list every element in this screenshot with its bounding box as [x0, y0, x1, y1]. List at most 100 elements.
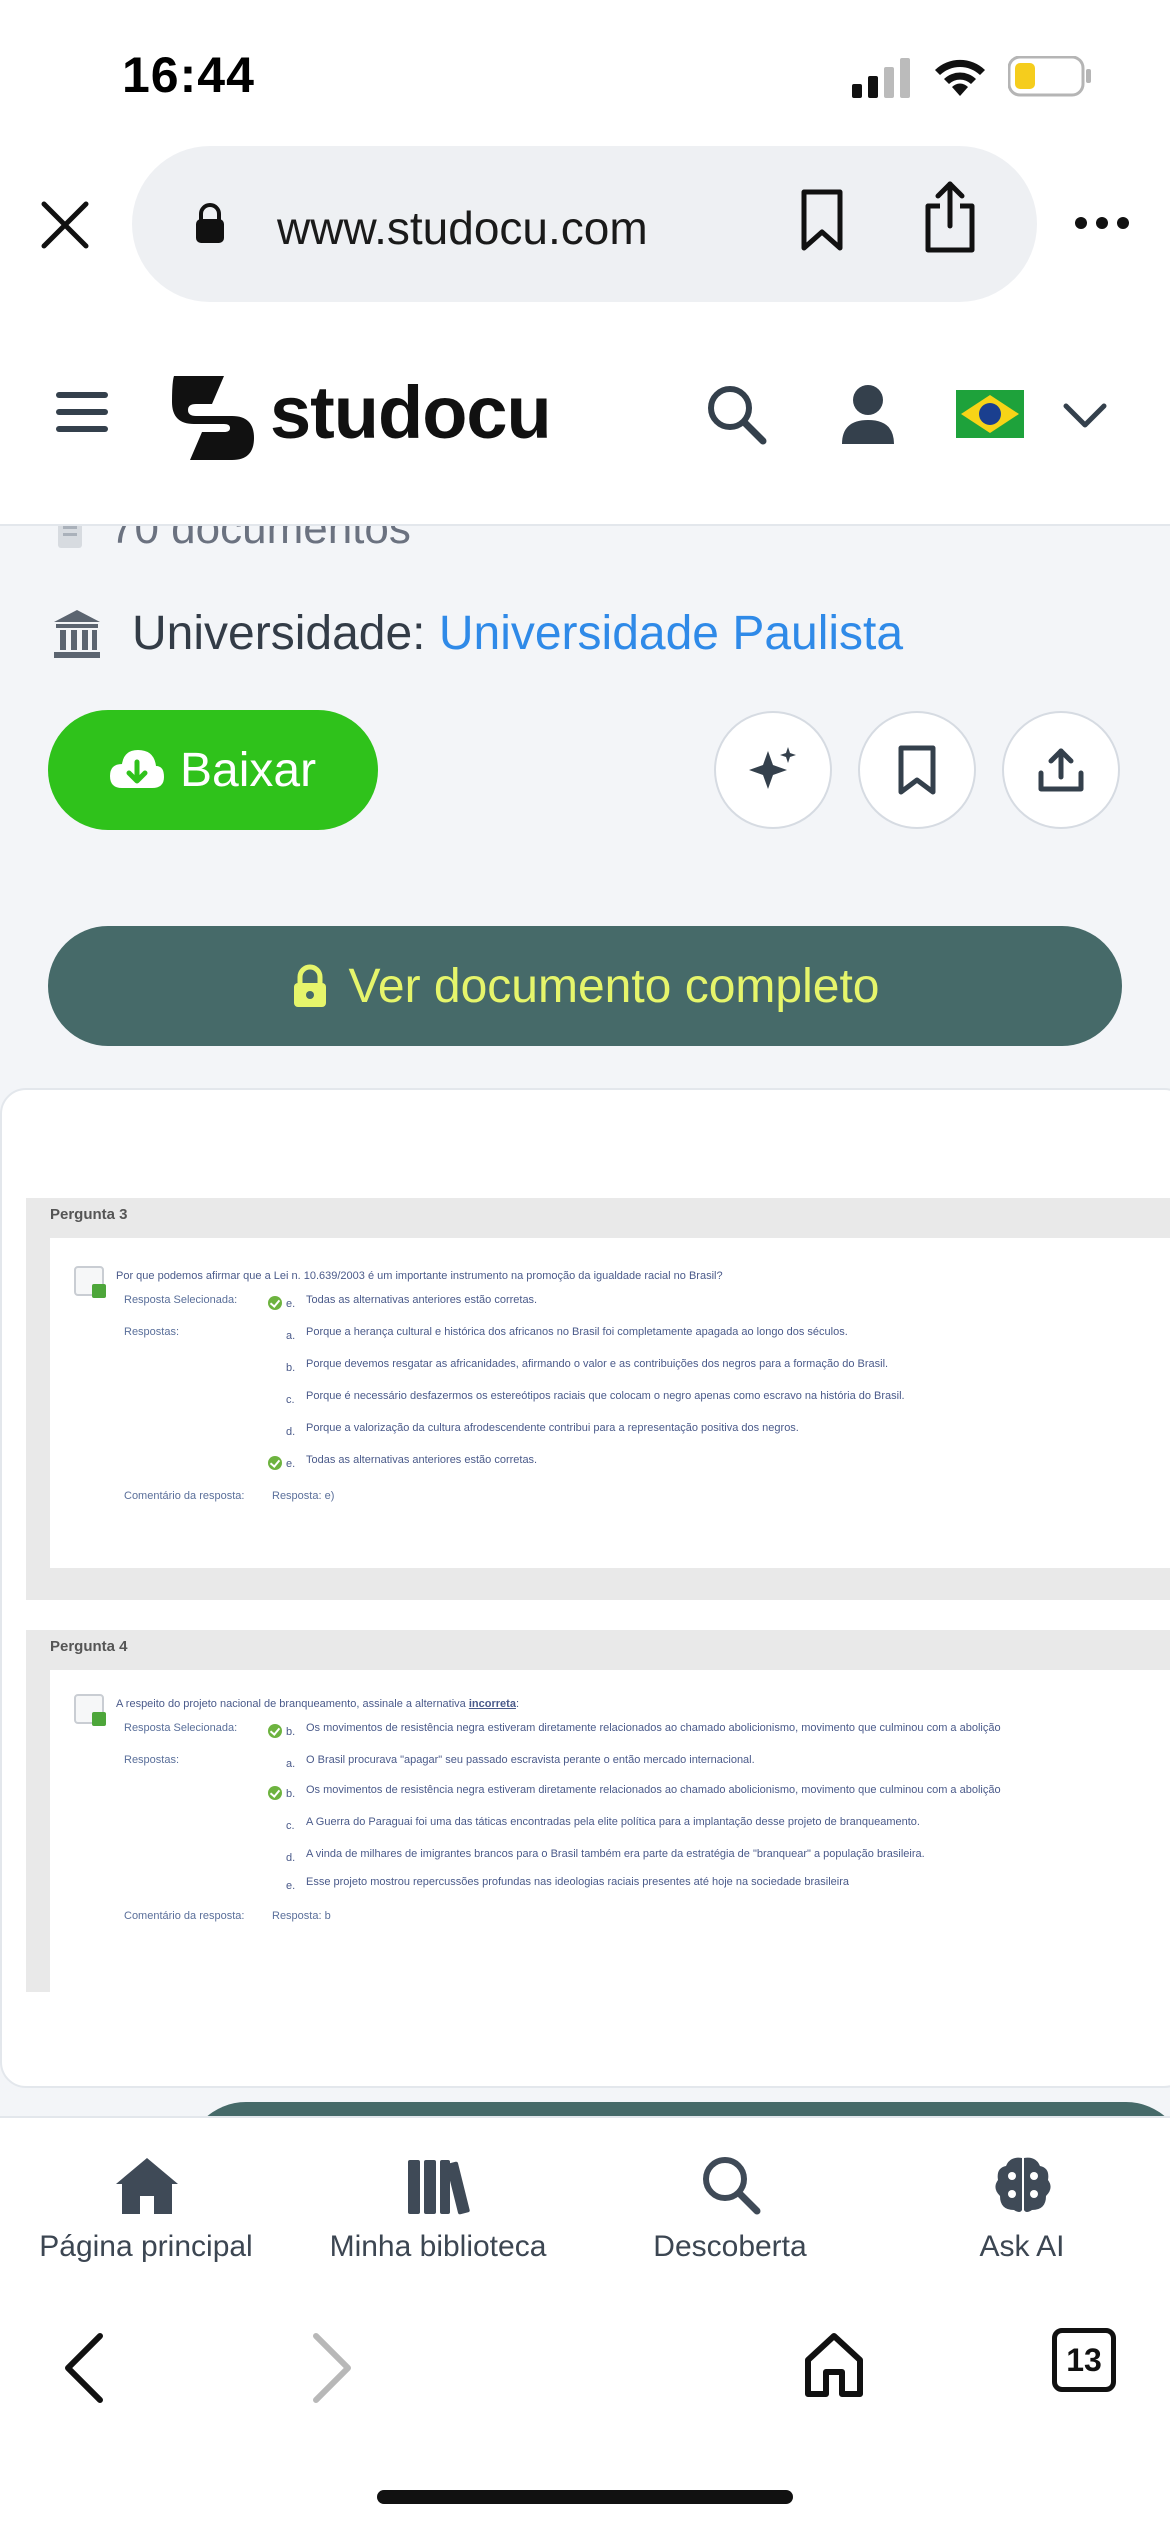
question-title: Pergunta 3 [50, 1206, 128, 1223]
question-status-icon [74, 1694, 106, 1726]
selected-answer-letter: e. [286, 1298, 296, 1310]
answer-letter: a. [286, 1330, 296, 1342]
bookmark-icon [898, 745, 936, 795]
more-options-icon[interactable] [1074, 216, 1130, 230]
answer-letter: b. [286, 1788, 296, 1800]
home-indicator [377, 2490, 793, 2504]
answer-letter: c. [286, 1820, 295, 1832]
nav-label: Minha biblioteca [329, 2230, 547, 2263]
status-time: 16:44 [122, 47, 255, 103]
sparkle-icon [749, 747, 796, 789]
view-full-document-button[interactable]: Ver documento completo [48, 926, 1122, 1046]
question-text: A respeito do projeto nacional de branqu… [116, 1698, 519, 1710]
studocu-logo-text[interactable]: studocu [270, 370, 552, 455]
answer-letter: e. [286, 1458, 296, 1470]
answer-letter: b. [286, 1362, 296, 1374]
answer-letter: e. [286, 1880, 296, 1892]
answer-text: Esse projeto mostrou repercussões profun… [306, 1876, 849, 1888]
answer-text: Todas as alternativas anteriores estão c… [306, 1454, 538, 1466]
nav-discover[interactable]: Descoberta [584, 2118, 876, 2294]
correct-check-icon [268, 1456, 282, 1470]
close-icon[interactable] [40, 200, 90, 250]
home-icon[interactable] [802, 2332, 866, 2398]
document-page: 70 documentos Universidade: Universidade… [0, 526, 1170, 2116]
site-header: studocu [0, 320, 1170, 526]
share-button[interactable] [1002, 711, 1120, 829]
answer-letter: c. [286, 1394, 295, 1406]
question-block: Pergunta 4 A respeito do projeto naciona… [26, 1630, 1170, 1992]
wifi-icon [935, 59, 985, 96]
brazil-flag-icon[interactable] [956, 390, 1024, 438]
comment-text: Resposta: e) [272, 1490, 335, 1502]
university-link[interactable]: Universidade Paulista [439, 607, 903, 660]
url-field[interactable]: www.studocu.com [132, 146, 1037, 302]
answer-text: O Brasil procurava "apagar" seu passado … [306, 1754, 755, 1766]
university-info: Universidade: Universidade Paulista [132, 606, 903, 661]
selected-answer-letter: b. [286, 1726, 296, 1738]
lock-icon [196, 203, 224, 243]
nav-library[interactable]: Minha biblioteca [292, 2118, 584, 2294]
answer-letter: d. [286, 1426, 296, 1438]
studocu-logo-icon[interactable] [166, 370, 260, 464]
document-icon [58, 526, 82, 548]
university-label: Universidade: [132, 607, 426, 660]
download-label: Baixar [180, 743, 317, 797]
question-text: Por que podemos afirmar que a Lei n. 10.… [116, 1270, 723, 1282]
chevron-down-icon[interactable] [1062, 402, 1108, 430]
answers-label: Respostas: [124, 1754, 180, 1766]
selected-answer-text: Os movimentos de resistência negra estiv… [306, 1722, 1001, 1734]
lock-icon [293, 964, 326, 1007]
tabs-count-button[interactable]: 13 [1052, 2328, 1116, 2392]
download-button[interactable]: Baixar [48, 710, 378, 830]
view-full-label: Ver documento completo [348, 959, 880, 1013]
nav-ask-ai[interactable]: Ask AI [876, 2118, 1168, 2294]
selected-answer-text: Todas as alternativas anteriores estão c… [306, 1294, 538, 1306]
back-arrow-icon[interactable] [62, 2332, 106, 2404]
status-bar: 16:44 [0, 0, 1170, 140]
nav-home[interactable]: Página principal [0, 2118, 292, 2294]
question-status-icon [74, 1266, 106, 1298]
document-preview: Pergunta 3 Por que podemos afirmar que a… [0, 1088, 1170, 2088]
ai-sparkle-button[interactable] [714, 711, 832, 829]
answer-text: Os movimentos de resistência negra estiv… [306, 1784, 1001, 1796]
comment-label: Comentário da resposta: [124, 1910, 245, 1922]
battery-icon [1008, 56, 1091, 97]
answer-letter: a. [286, 1758, 296, 1770]
browser-address-bar: www.studocu.com [0, 140, 1170, 320]
nav-label: Descoberta [653, 2230, 807, 2263]
selected-answer-label: Resposta Selecionada: [124, 1722, 238, 1734]
save-bookmark-button[interactable] [858, 711, 976, 829]
university-icon [54, 610, 100, 658]
answer-text: Porque a herança cultural e histórica do… [306, 1326, 848, 1338]
question-body: Por que podemos afirmar que a Lei n. 10.… [50, 1238, 1170, 1568]
selected-answer-label: Resposta Selecionada: [124, 1294, 238, 1306]
search-icon [703, 2157, 761, 2215]
question-block: Pergunta 3 Por que podemos afirmar que a… [26, 1198, 1170, 1600]
correct-check-icon [268, 1724, 282, 1738]
documents-count: 70 documentos [110, 526, 411, 553]
nav-label: Página principal [39, 2230, 253, 2263]
answer-letter: d. [286, 1852, 296, 1864]
forward-arrow-icon[interactable] [310, 2332, 354, 2404]
library-icon [408, 2160, 470, 2215]
search-icon[interactable] [706, 384, 768, 446]
home-icon [116, 2158, 178, 2214]
answers-label: Respostas: [124, 1326, 180, 1338]
url-text: www.studocu.com [277, 202, 648, 254]
correct-check-icon [268, 1786, 282, 1800]
cloud-download-icon [110, 750, 164, 788]
correct-check-icon [268, 1296, 282, 1310]
view-full-document-button-partial[interactable] [186, 2102, 1170, 2116]
answer-text: Porque é necessário desfazermos os ester… [306, 1390, 905, 1402]
user-account-icon[interactable] [840, 384, 896, 444]
answer-text: Porque devemos resgatar as africanidades… [306, 1358, 889, 1370]
answer-text: A Guerra do Paraguai foi uma das táticas… [306, 1816, 920, 1828]
bookmark-icon[interactable] [800, 188, 844, 252]
nav-label: Ask AI [979, 2230, 1065, 2263]
share-icon[interactable] [922, 180, 978, 254]
brain-icon [995, 2157, 1051, 2212]
cellular-signal-icon [852, 58, 910, 98]
hamburger-menu-icon[interactable] [56, 390, 110, 434]
comment-text: Resposta: b [272, 1910, 331, 1922]
answer-text: Porque a valorização da cultura afrodesc… [306, 1422, 799, 1434]
